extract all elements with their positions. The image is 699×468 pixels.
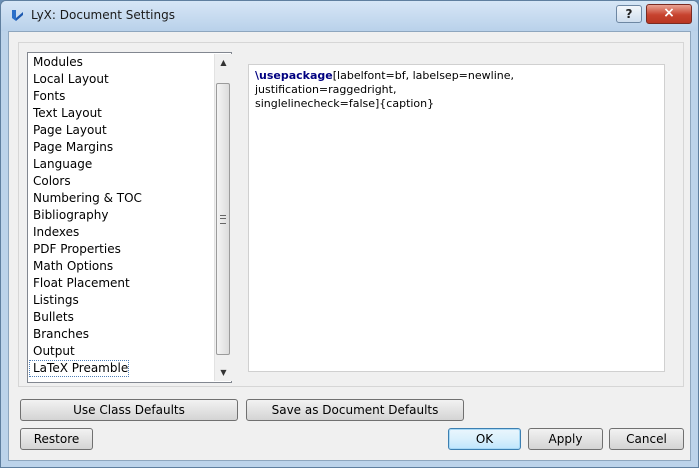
apply-button[interactable]: Apply <box>528 428 603 450</box>
list-item-text-layout[interactable]: Text Layout <box>29 105 214 122</box>
list-item-math-options[interactable]: Math Options <box>29 258 214 275</box>
preamble-line-1: \usepackage[labelfont=bf, labelsep=newli… <box>255 69 658 97</box>
dialog-window: LyX: Document Settings ? × Modules Local … <box>0 0 699 468</box>
dialog-body: Modules Local Layout Fonts Text Layout Page … <box>8 31 691 461</box>
use-class-defaults-button[interactable]: Use Class Defaults <box>20 399 238 421</box>
latex-command: \usepackage <box>255 69 333 82</box>
list-item-page-margins[interactable]: Page Margins <box>29 139 214 156</box>
settings-category-list[interactable]: Modules Local Layout Fonts Text Layout Page … <box>27 52 232 383</box>
list-item-numbering-toc[interactable]: Numbering & TOC <box>29 190 214 207</box>
scroll-thumb[interactable] <box>216 83 230 355</box>
restore-button[interactable]: Restore <box>20 428 93 450</box>
close-button[interactable]: × <box>646 4 692 24</box>
help-button[interactable]: ? <box>616 5 642 23</box>
list-item-latex-preamble[interactable]: LaTeX Preamble <box>29 360 129 377</box>
grip-icon <box>220 215 226 224</box>
list-scrollbar[interactable]: ▲ ▼ <box>214 54 232 381</box>
list-item-float-placement[interactable]: Float Placement <box>29 275 214 292</box>
category-items: Modules Local Layout Fonts Text Layout Page … <box>29 54 214 377</box>
list-item-language[interactable]: Language <box>29 156 214 173</box>
list-item-bullets[interactable]: Bullets <box>29 309 214 326</box>
arrow-up-icon[interactable]: ▲ <box>215 54 232 71</box>
ok-button[interactable]: OK <box>448 428 521 450</box>
list-item-fonts[interactable]: Fonts <box>29 88 214 105</box>
list-item-page-layout[interactable]: Page Layout <box>29 122 214 139</box>
list-item-local-layout[interactable]: Local Layout <box>29 71 214 88</box>
list-item-bibliography[interactable]: Bibliography <box>29 207 214 224</box>
window-title: LyX: Document Settings <box>31 8 175 22</box>
cancel-button[interactable]: Cancel <box>609 428 684 450</box>
arrow-down-icon[interactable]: ▼ <box>215 364 232 381</box>
lyx-logo-icon <box>12 10 23 21</box>
list-item-branches[interactable]: Branches <box>29 326 214 343</box>
save-as-document-defaults-button[interactable]: Save as Document Defaults <box>246 399 464 421</box>
list-item-output[interactable]: Output <box>29 343 214 360</box>
title-bar[interactable]: LyX: Document Settings ? × <box>1 1 698 31</box>
preamble-line-2: singlelinecheck=false]{caption} <box>255 97 435 110</box>
list-item-modules[interactable]: Modules <box>29 54 214 71</box>
latex-preamble-editor[interactable]: \usepackage[labelfont=bf, labelsep=newli… <box>248 64 665 372</box>
list-item-colors[interactable]: Colors <box>29 173 214 190</box>
list-item-pdf-properties[interactable]: PDF Properties <box>29 241 214 258</box>
list-item-indexes[interactable]: Indexes <box>29 224 214 241</box>
list-item-listings[interactable]: Listings <box>29 292 214 309</box>
